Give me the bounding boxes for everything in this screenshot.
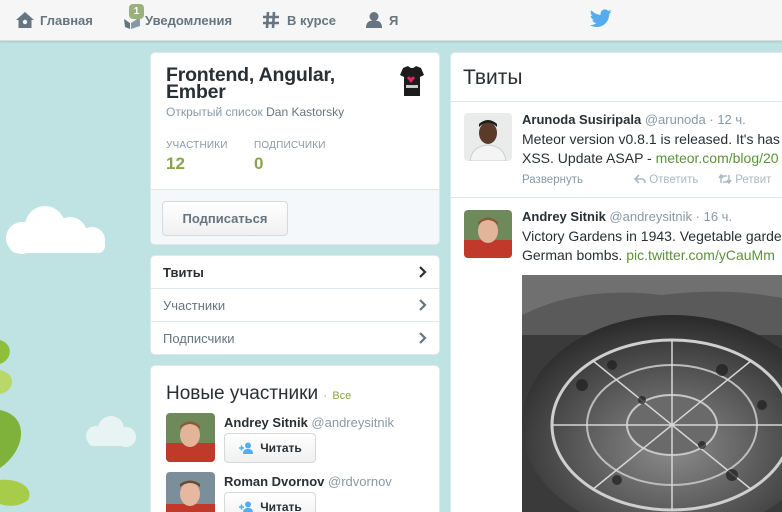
reply-action[interactable]: Ответить [633, 174, 699, 186]
tweet-author-name[interactable]: Arunoda Susiripala [522, 112, 641, 127]
tweet-text: German bombs. [522, 247, 627, 263]
new-members-module: Новые участники · Все Andrey Sitnik @and… [150, 365, 440, 512]
tweet-text: XSS. Update ASAP - [522, 150, 656, 166]
tweet-timestamp[interactable]: 12 ч. [717, 112, 745, 127]
member-name-text: Andrey Sitnik [224, 415, 308, 430]
home-icon [16, 12, 34, 28]
list-title: Frontend, Angular, Ember [166, 64, 336, 103]
list-nav-tweets-label: Твиты [163, 264, 204, 280]
tweet-timestamp[interactable]: 16 ч. [704, 209, 732, 224]
new-members-separator: · [323, 390, 328, 402]
expand-tweet-link[interactable]: Развернуть [522, 174, 583, 186]
tweet-author-handle[interactable]: @arunoda [645, 112, 706, 127]
nav-notifications[interactable]: 1 Уведомления [122, 0, 232, 40]
tweet-author-name[interactable]: Andrey Sitnik [522, 209, 606, 224]
tweet-text-line: German bombs. pic.twitter.com/yCauMm [522, 246, 782, 265]
follow-button-label: Читать [260, 500, 302, 512]
tweets-stream: Твиты Arunoda Susiripala @arunoda · 12 ч… [450, 52, 782, 512]
new-members-all-link[interactable]: Все [332, 390, 351, 402]
tweet-link[interactable]: pic.twitter.com/yCauMm [626, 247, 775, 263]
nav-me[interactable]: Я [365, 0, 398, 40]
tweet-text-line: Meteor version v0.8.1 is released. It's … [522, 131, 780, 147]
list-owner-link[interactable]: Dan Kastorsky [266, 105, 344, 119]
tweet-link[interactable]: meteor.com/blog/20 [656, 150, 779, 166]
profile-icon [366, 12, 382, 28]
new-members-title: Новые участники [166, 383, 319, 404]
member-avatar[interactable] [166, 413, 215, 462]
subscribers-stat-value[interactable]: 0 [254, 154, 263, 174]
reply-icon [633, 174, 646, 184]
member-avatar[interactable] [166, 472, 215, 512]
list-subtitle: Открытый список Dan Kastorsky [166, 105, 344, 119]
member-handle: @rdvornov [328, 474, 392, 489]
subscribe-button[interactable]: Подписаться [162, 201, 288, 236]
tweet-dot: · [709, 112, 714, 127]
nav-discover[interactable]: В курсе [262, 0, 336, 40]
members-stat-value[interactable]: 12 [166, 154, 185, 174]
twitter-bird-icon[interactable] [590, 9, 612, 28]
member-name[interactable]: Andrey Sitnik @andreysitnik [224, 415, 394, 430]
tweet-photo[interactable] [522, 275, 782, 512]
list-nav-members-label: Участники [163, 297, 226, 313]
cloud-decoration [6, 206, 105, 254]
retweet-icon [718, 173, 732, 185]
tweet-dot: · [695, 209, 700, 224]
tweet-author-avatar[interactable] [464, 210, 512, 258]
list-profile-card: Frontend, Angular, Ember Открытый список… [150, 52, 440, 245]
list-nav-subscribers-label: Подписчики [163, 331, 235, 346]
owner-avatar[interactable] [397, 64, 427, 98]
list-navigation: Твиты Участники Подписчики [150, 255, 440, 355]
follow-button[interactable]: Читать [224, 492, 316, 512]
follow-button-label: Читать [260, 441, 302, 455]
reply-label: Ответить [649, 174, 699, 186]
new-members-heading: Новые участники · Все [166, 383, 351, 405]
chevron-right-icon [419, 266, 427, 278]
tweets-header: Твиты [451, 53, 782, 102]
follow-user-icon [239, 442, 254, 454]
leaves-decoration [0, 340, 30, 506]
chevron-right-icon [419, 332, 427, 344]
list-nav-subscribers[interactable]: Подписчики [151, 322, 439, 354]
tweet-header: Arunoda Susiripala @arunoda · 12 ч. [522, 112, 746, 127]
follow-button[interactable]: Читать [224, 433, 316, 463]
list-card-footer: Подписаться [151, 189, 439, 244]
notifications-badge: 1 [129, 4, 144, 19]
tweet-author-handle[interactable]: @andreysitnik [609, 209, 692, 224]
follow-user-icon [239, 501, 254, 512]
nav-home-label: Главная [40, 12, 93, 28]
tweet-divider [451, 197, 782, 198]
tweet-text-line: Victory Gardens in 1943. Vegetable garde [522, 228, 782, 244]
member-name[interactable]: Roman Dvornov @rdvornov [224, 474, 392, 489]
top-navigation-bar: Главная 1 Уведомления В курсе Я [0, 0, 782, 41]
tweet-header: Andrey Sitnik @andreysitnik · 16 ч. [522, 209, 732, 224]
subscribers-stat-label: ПОДПИСЧИКИ [254, 140, 326, 151]
list-nav-members[interactable]: Участники [151, 289, 439, 322]
list-nav-tweets[interactable]: Твиты [151, 256, 439, 289]
member-handle: @andreysitnik [311, 415, 394, 430]
nav-discover-label: В курсе [287, 12, 336, 28]
chevron-right-icon [419, 299, 427, 311]
tweet-author-avatar[interactable] [464, 113, 512, 161]
member-name-text: Roman Dvornov [224, 474, 325, 489]
retweet-label: Ретвит [735, 174, 772, 186]
tweet-text-line: XSS. Update ASAP - meteor.com/blog/20 [522, 149, 782, 168]
cloud-decoration [86, 416, 136, 447]
members-stat-label: УЧАСТНИКИ [166, 140, 228, 151]
retweet-action[interactable]: Ретвит [718, 173, 772, 186]
hashtag-icon [263, 11, 279, 29]
nav-me-label: Я [389, 12, 399, 28]
nav-home[interactable]: Главная [15, 0, 93, 40]
list-subtitle-prefix: Открытый список [166, 105, 263, 119]
nav-notifications-label: Уведомления [145, 12, 233, 28]
